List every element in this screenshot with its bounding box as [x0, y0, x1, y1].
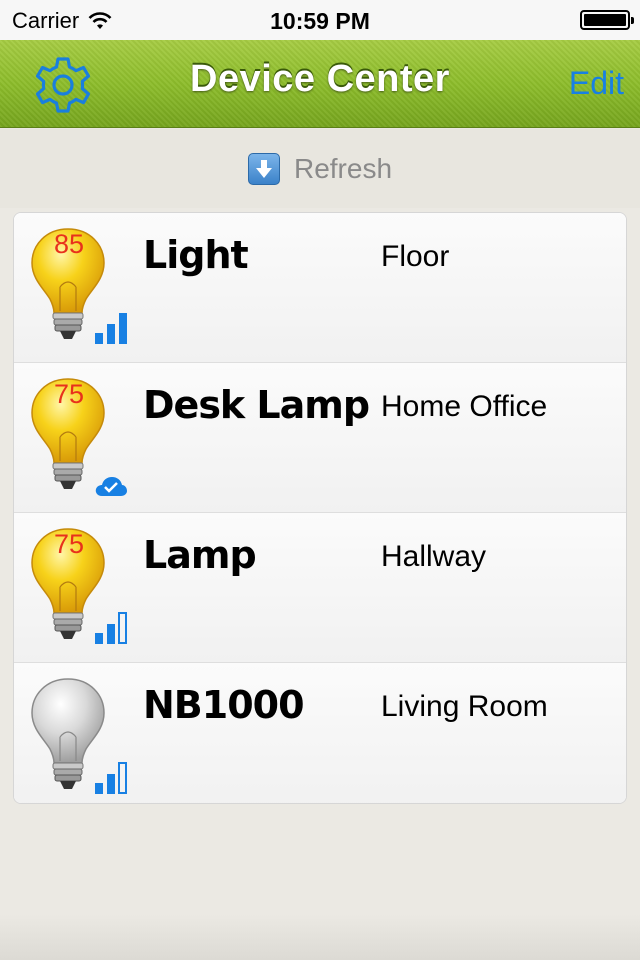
device-row-desk-lamp[interactable]: 75 Desk Lamp Home Office: [14, 363, 626, 513]
device-row-lamp[interactable]: 75 Lamp Hallway: [14, 513, 626, 663]
device-list: 85 Light Floor 75 Desk Lamp Home Office …: [13, 212, 627, 804]
device-location: Living Room: [381, 690, 548, 723]
status-bar: Carrier 10:59 PM: [0, 0, 640, 40]
device-location: Hallway: [381, 540, 487, 573]
brightness-value: 75: [53, 379, 85, 409]
device-row-light[interactable]: 85 Light Floor: [14, 213, 626, 363]
page-title: Device Center: [190, 58, 450, 100]
device-row-nb1000[interactable]: NB1000 Living Room: [14, 663, 626, 803]
brightness-value: 75: [53, 529, 85, 559]
down-arrow-icon: [247, 152, 280, 185]
brightness-value: 85: [53, 229, 85, 259]
edit-button[interactable]: Edit: [569, 65, 624, 102]
cloud-check-icon: [95, 477, 127, 496]
device-location: Home Office: [381, 390, 548, 423]
empty-area: [0, 808, 640, 960]
signal-icon: [95, 313, 127, 344]
signal-icon: [95, 762, 127, 794]
refresh-bar[interactable]: Refresh: [0, 129, 640, 208]
device-name: Desk Lamp: [143, 383, 370, 427]
device-name: Lamp: [143, 533, 257, 577]
device-name: Light: [143, 233, 249, 277]
signal-icon: [95, 612, 127, 644]
refresh-label: Refresh: [293, 152, 393, 184]
device-location: Floor: [381, 240, 450, 273]
device-name: NB1000: [143, 683, 305, 727]
status-time: 10:59 PM: [270, 8, 370, 34]
battery-icon: [580, 10, 634, 30]
navigation-bar: Device Center Edit: [0, 40, 640, 128]
